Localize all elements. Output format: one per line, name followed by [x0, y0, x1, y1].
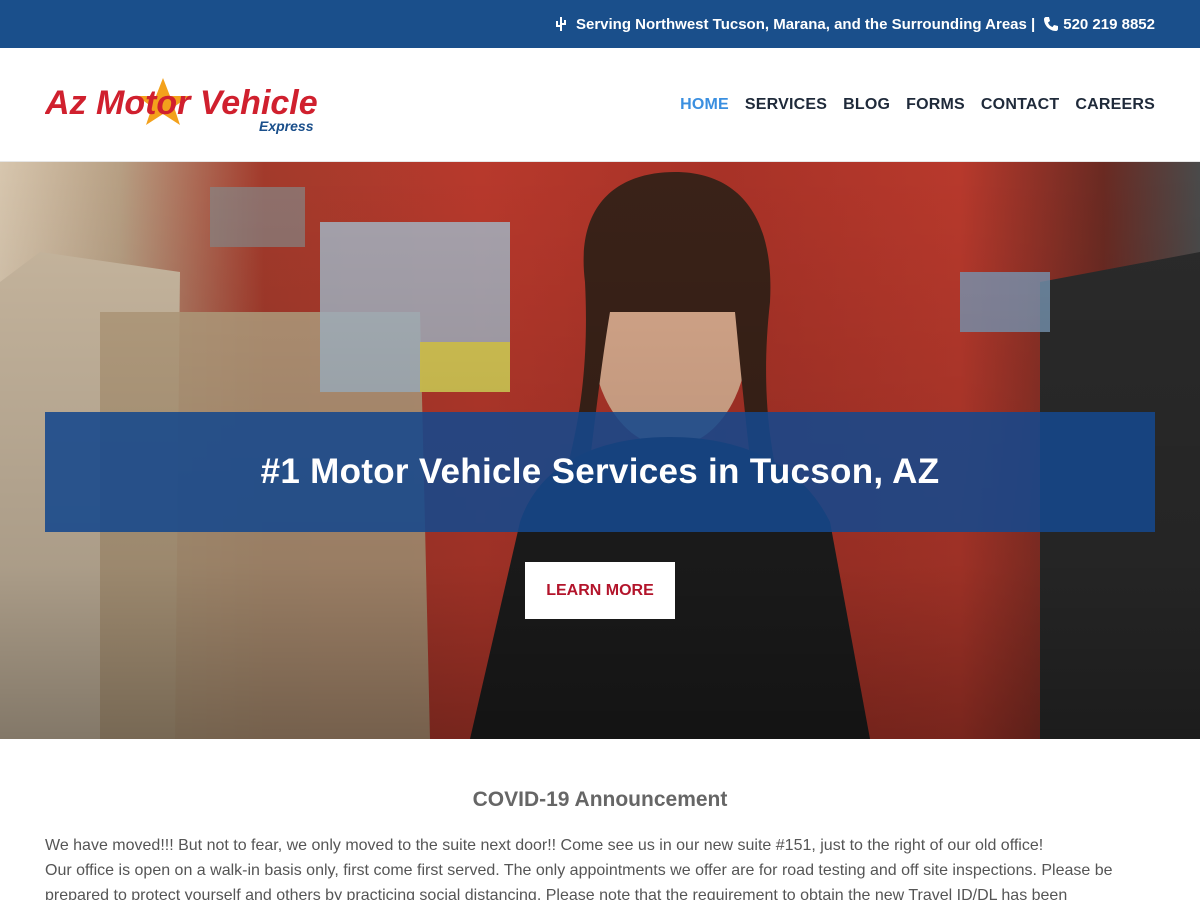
announcement-section: COVID-19 Announcement We have moved!!! B… — [45, 739, 1155, 900]
logo-text-sub: Express — [259, 118, 314, 134]
site-header: Az Motor Vehicle Express HOME SERVICES B… — [0, 48, 1200, 162]
phone-link[interactable]: 520 219 8852 — [1063, 16, 1155, 33]
cactus-icon — [554, 16, 568, 32]
hero-banner: #1 Motor Vehicle Services in Tucson, AZ — [45, 412, 1155, 532]
announcement-paragraph-2: Our office is open on a walk-in basis on… — [45, 862, 1113, 900]
phone-icon — [1043, 16, 1059, 32]
site-logo[interactable]: Az Motor Vehicle Express — [45, 78, 357, 134]
logo-text-main: Az Motor Vehicle — [45, 84, 318, 122]
nav-blog[interactable]: BLOG — [843, 96, 890, 114]
nav-forms[interactable]: FORMS — [906, 96, 965, 114]
announcement-title: COVID-19 Announcement — [472, 788, 728, 811]
service-area-text: Serving Northwest Tucson, Marana, and th… — [575, 15, 1036, 33]
learn-more-button[interactable]: LEARN MORE — [525, 562, 675, 619]
nav-services[interactable]: SERVICES — [745, 96, 827, 114]
nav-home[interactable]: HOME — [680, 96, 729, 114]
hero-section: #1 Motor Vehicle Services in Tucson, AZ … — [0, 162, 1200, 739]
hero-headline: #1 Motor Vehicle Services in Tucson, AZ — [260, 452, 940, 491]
top-info-bar: Serving Northwest Tucson, Marana, and th… — [0, 0, 1200, 48]
logo-mark: Az Motor Vehicle Express — [45, 78, 318, 134]
announcement-paragraph-1: We have moved!!! But not to fear, we onl… — [45, 837, 1044, 854]
nav-careers[interactable]: CAREERS — [1075, 96, 1155, 114]
main-nav: HOME SERVICES BLOG FORMS CONTACT CAREERS — [680, 48, 1155, 162]
nav-contact[interactable]: CONTACT — [981, 96, 1059, 114]
